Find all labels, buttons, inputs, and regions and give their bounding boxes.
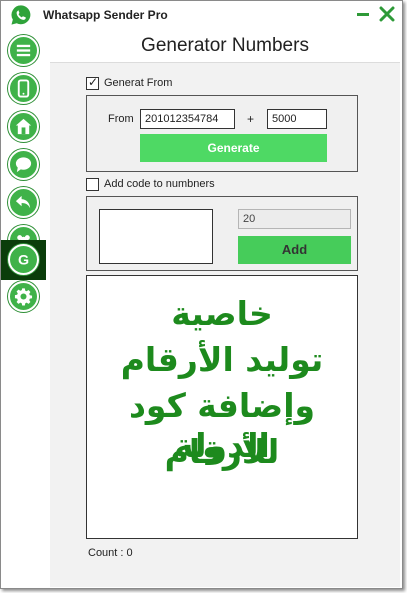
add-code-checkbox[interactable]: [86, 178, 99, 191]
add-code-group: 20 Add: [86, 196, 358, 271]
close-icon[interactable]: [378, 5, 396, 23]
count-display: Count : 0: [88, 547, 133, 559]
generator-panel: Generator Numbers ✓ Generat From From 20…: [50, 29, 400, 587]
count-value: 0: [126, 547, 133, 559]
chat-icon: [15, 157, 32, 173]
menu-icon: [16, 44, 31, 57]
checkmark-icon: ✓: [88, 75, 99, 89]
generate-from-checkbox[interactable]: ✓: [86, 75, 99, 90]
promo-line: للأرقام: [164, 432, 280, 471]
g-letter-icon: G: [18, 253, 29, 269]
home-icon: [15, 118, 32, 135]
sidebar-item-menu[interactable]: [1, 32, 46, 70]
promo-line: توليد الأرقام: [120, 340, 324, 379]
country-code-input[interactable]: 20: [238, 209, 351, 229]
feature-description-box: خاصية توليد الأرقام وإضافة كود الدولة لل…: [86, 275, 358, 539]
promo-line: خاصية: [171, 294, 273, 333]
svg-text:G: G: [18, 253, 29, 269]
sidebar: G: [1, 29, 46, 588]
title-bar: Whatsapp Sender Pro: [1, 1, 402, 29]
from-label: From: [108, 113, 134, 125]
sidebar-item-home[interactable]: [1, 108, 46, 146]
minimize-icon[interactable]: [354, 5, 372, 23]
window-title: Whatsapp Sender Pro: [43, 8, 168, 22]
gear-icon: [14, 288, 33, 306]
phone-icon: [17, 79, 30, 98]
page-header: Generator Numbers: [50, 29, 400, 63]
generate-from-label: Generat From: [104, 77, 173, 89]
whatsapp-logo-icon: [11, 5, 31, 25]
from-number-input[interactable]: 201012354784: [140, 109, 235, 129]
sidebar-item-phone[interactable]: [1, 70, 46, 108]
plus-label: +: [247, 112, 255, 126]
sidebar-item-chat[interactable]: [1, 146, 46, 184]
count-label: Count :: [88, 547, 127, 559]
add-button[interactable]: Add: [238, 236, 351, 264]
amount-input[interactable]: 5000: [267, 109, 327, 129]
add-code-label: Add code to numbners: [104, 178, 215, 190]
numbers-textarea[interactable]: [99, 209, 213, 264]
generate-from-group: From 201012354784 + 5000 Generate: [86, 95, 358, 172]
sidebar-item-settings[interactable]: [1, 278, 46, 316]
app-window: Whatsapp Sender Pro G Generator Numbers …: [0, 0, 403, 589]
generate-button[interactable]: Generate: [140, 134, 327, 162]
sidebar-item-generator[interactable]: G: [1, 240, 46, 280]
page-title: Generator Numbers: [141, 35, 309, 56]
sidebar-item-back[interactable]: [1, 184, 46, 222]
back-arrow-icon: [15, 195, 31, 209]
